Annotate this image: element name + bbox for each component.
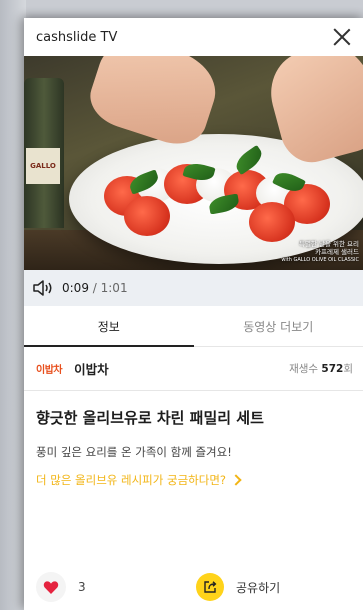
like-button[interactable] xyxy=(36,572,66,602)
like-count: 3 xyxy=(78,580,86,594)
view-count: 재생수 572회 xyxy=(289,361,353,376)
player-controls: 0:09 / 1:01 xyxy=(24,270,363,306)
current-time: 0:09 xyxy=(62,281,89,295)
views-number: 572 xyxy=(321,363,344,375)
video-title: 향긋한 올리브유로 차린 패밀리 세트 xyxy=(36,409,264,427)
tomato-slice xyxy=(249,202,295,242)
caption-line: with GALLO OLIVE OIL CLASSIC xyxy=(281,257,359,263)
share-label: 공유하기 xyxy=(236,580,281,595)
duration: 1:01 xyxy=(100,281,128,295)
background-page xyxy=(0,0,26,610)
channel-name[interactable]: 이밥차 xyxy=(74,359,289,378)
olive-oil-bottle: GALLO xyxy=(24,78,64,228)
video-caption: 특별한 날을 위한 요리 카프레제 샐러드 with GALLO OLIVE O… xyxy=(281,240,359,264)
chevron-right-icon xyxy=(230,474,242,486)
close-icon[interactable] xyxy=(331,26,353,48)
caption-line: 카프레제 샐러드 xyxy=(315,248,359,256)
like-group: 3 xyxy=(36,572,196,602)
caption-line: 특별한 날을 위한 요리 xyxy=(298,240,359,248)
video-player[interactable]: GALLO 특별한 날을 위한 요리 카프레제 샐러드 with GALLO O… xyxy=(24,56,363,270)
video-popup: cashslide TV GALLO 특별한 날을 위한 요리 카프레제 샐러드… xyxy=(24,18,363,610)
time-separator: / xyxy=(88,281,101,295)
speaker-icon[interactable] xyxy=(32,280,54,296)
share-icon xyxy=(204,581,217,593)
tomato-slice xyxy=(124,196,170,236)
channel-logo[interactable]: 이밥차 xyxy=(36,361,63,376)
more-recipes-label: 더 많은 올리브유 레시피가 궁금하다면? xyxy=(36,473,227,487)
video-description: 풍미 깊은 요리를 온 가족이 함께 즐겨요! xyxy=(36,445,232,459)
action-bar: 3 공유하기 xyxy=(24,564,363,610)
app-title: cashslide TV xyxy=(36,29,118,45)
video-info: 향긋한 올리브유로 차린 패밀리 세트 풍미 깊은 요리를 온 가족이 함께 즐… xyxy=(24,391,363,488)
views-unit: 회 xyxy=(343,363,353,375)
more-recipes-link[interactable]: 더 많은 올리브유 레시피가 궁금하다면? xyxy=(36,472,351,488)
tab-more-videos[interactable]: 동영상 더보기 xyxy=(194,306,363,346)
heart-icon xyxy=(43,580,59,594)
popup-header: cashslide TV xyxy=(24,18,363,56)
share-icon-circle xyxy=(196,573,224,601)
playback-time: 0:09 / 1:01 xyxy=(62,281,128,295)
bottle-label: GALLO xyxy=(26,148,60,184)
tab-bar: 정보 동영상 더보기 xyxy=(24,306,363,347)
views-label: 재생수 xyxy=(289,363,322,375)
channel-row: 이밥차 이밥차 재생수 572회 xyxy=(24,347,363,391)
share-button[interactable]: 공유하기 xyxy=(196,573,280,601)
tab-info[interactable]: 정보 xyxy=(24,306,194,347)
